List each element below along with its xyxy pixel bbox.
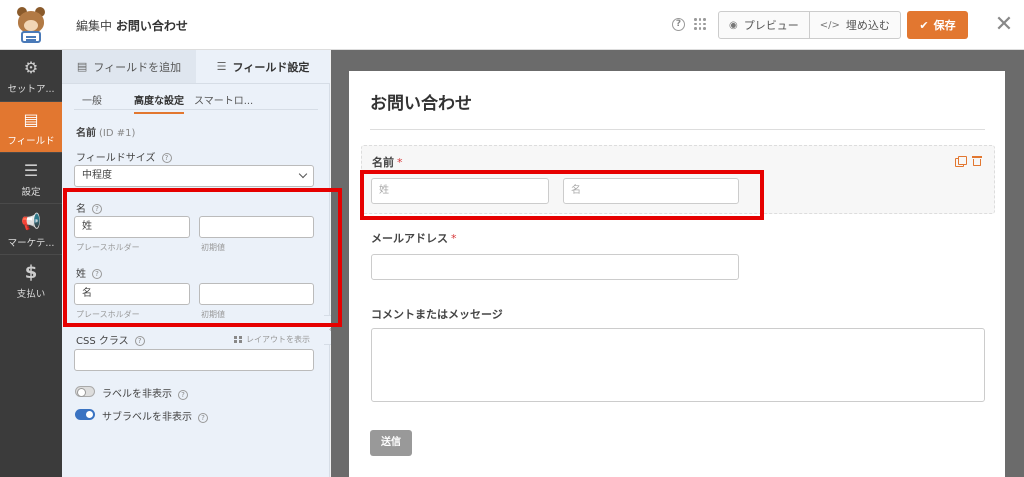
form-name: お問い合わせ: [115, 19, 188, 33]
duplicate-icon[interactable]: [955, 156, 967, 167]
title-divider: [370, 129, 985, 130]
layout-grid-icon: [234, 336, 242, 343]
show-layouts-link[interactable]: レイアウトを表示: [234, 334, 310, 345]
sidebar-item-payments[interactable]: $ 支払い: [0, 254, 62, 305]
sidebar-item-setup[interactable]: ⚙ セットア...: [0, 50, 62, 101]
tab-add-fields-label: フィールドを追加: [93, 60, 182, 74]
sidebar-item-settings[interactable]: ☰ 設定: [0, 152, 62, 203]
sidebar-item-fields[interactable]: ▤ フィールド: [0, 101, 62, 152]
sliders-icon: ☰: [23, 161, 39, 180]
subtab-general[interactable]: 一般: [82, 92, 102, 107]
question-circle-icon[interactable]: ?: [672, 18, 685, 31]
css-class-label: CSS クラス?: [76, 332, 145, 347]
preview-email-input[interactable]: [371, 254, 739, 280]
hide-sublabel-toggle-label: サブラベルを非表示?: [102, 408, 208, 423]
sidebar-item-label: フィールド: [7, 136, 55, 147]
save-button[interactable]: ✔ 保存: [907, 11, 968, 39]
checkmark-icon: ✔: [919, 18, 929, 32]
tab-add-fields[interactable]: ▤ フィールドを追加: [62, 50, 196, 83]
field-size-select[interactable]: 中程度: [74, 165, 314, 187]
hide-label-toggle-label: ラベルを非表示?: [102, 385, 188, 400]
save-button-label: 保存: [933, 19, 956, 32]
highlight-box-preview: [360, 170, 764, 220]
builder-sidebar: ⚙ セットア... ▤ フィールド ☰ 設定 📢 マーケテ... $ 支払い: [0, 50, 62, 477]
field-option-subtabs: 一般 高度な設定 スマートロ...: [74, 84, 318, 114]
subtab-smart-logic[interactable]: スマートロ...: [194, 92, 253, 107]
embed-button-label: 埋め込む: [845, 19, 890, 32]
message-field-label: コメントまたはメッセージ: [371, 306, 503, 322]
show-layouts-label: レイアウトを表示: [246, 335, 310, 344]
fields-list-icon: ▤: [23, 110, 39, 129]
sidebar-item-label: マーケテ...: [7, 238, 55, 249]
required-asterisk: *: [451, 232, 457, 245]
name-field-label: 名前 *: [372, 154, 403, 170]
editing-prefix: 編集中: [76, 19, 113, 33]
list-icon: ▤: [76, 60, 88, 73]
sidebar-item-label: 支払い: [16, 289, 46, 300]
wpforms-logo: [0, 0, 62, 50]
field-heading-text: 名前: [76, 128, 96, 139]
submit-button[interactable]: 送信: [370, 430, 412, 456]
css-class-label-text: CSS クラス: [76, 336, 129, 347]
sliders-icon: ☰: [216, 60, 227, 73]
field-size-label-text: フィールドサイズ: [76, 153, 156, 164]
question-circle-icon[interactable]: ?: [161, 153, 172, 163]
sidebar-item-label: 設定: [21, 187, 41, 198]
message-field-label-text: コメントまたはメッセージ: [371, 308, 503, 321]
tab-field-options-label: フィールド設定: [232, 60, 310, 74]
field-size-label: フィールドサイズ?: [76, 149, 172, 164]
builder-title: 編集中 お問い合わせ: [76, 17, 188, 34]
hide-label-toggle[interactable]: [75, 386, 95, 397]
megaphone-icon: 📢: [21, 212, 41, 231]
sidebar-item-label: セットア...: [7, 84, 55, 95]
eye-icon: ◉: [729, 19, 738, 31]
top-bar: 編集中 お問い合わせ ? ◉ プレビュー </> 埋め込む ✔ 保存 ✕: [0, 0, 1024, 50]
preview-button[interactable]: ◉ プレビュー: [719, 12, 809, 38]
hide-sublabel-text: サブラベルを非表示: [102, 412, 192, 423]
trash-icon[interactable]: [972, 155, 982, 167]
sidebar-item-marketing[interactable]: 📢 マーケテ...: [0, 203, 62, 254]
preview-message-textarea[interactable]: [371, 328, 985, 402]
css-class-input[interactable]: [74, 349, 314, 371]
preview-embed-group: ◉ プレビュー </> 埋め込む: [718, 11, 901, 39]
hide-label-text: ラベルを非表示: [102, 389, 172, 400]
name-field-label-text: 名前: [372, 156, 394, 169]
embed-button[interactable]: </> 埋め込む: [808, 12, 900, 38]
hide-sublabel-toggle[interactable]: [75, 409, 95, 420]
code-icon: </>: [819, 19, 840, 31]
form-preview-title: お問い合わせ: [370, 94, 472, 114]
required-asterisk: *: [397, 156, 403, 169]
field-id: (ID #1): [99, 128, 136, 139]
dollar-icon: $: [24, 262, 38, 283]
email-field-label-text: メールアドレス: [371, 232, 448, 245]
bear-mascot-icon: [14, 7, 48, 43]
field-size-value: 中程度: [82, 170, 112, 181]
question-circle-icon[interactable]: ?: [198, 413, 208, 423]
question-circle-icon[interactable]: ?: [134, 336, 145, 346]
grid-dots-icon[interactable]: [694, 18, 706, 30]
field-heading: 名前 (ID #1): [76, 124, 135, 139]
gear-icon: ⚙: [23, 58, 39, 77]
chevron-down-icon: [298, 169, 308, 179]
question-circle-icon[interactable]: ?: [178, 390, 188, 400]
highlight-box-settings: [63, 188, 342, 327]
email-field-label: メールアドレス *: [371, 230, 457, 246]
close-icon[interactable]: ✕: [986, 10, 1022, 40]
preview-button-label: プレビュー: [743, 19, 799, 32]
panel-tabs: ▤ フィールドを追加 ☰ フィールド設定: [62, 50, 330, 84]
tab-field-options[interactable]: ☰ フィールド設定: [196, 50, 330, 83]
subtab-advanced[interactable]: 高度な設定: [134, 92, 184, 114]
